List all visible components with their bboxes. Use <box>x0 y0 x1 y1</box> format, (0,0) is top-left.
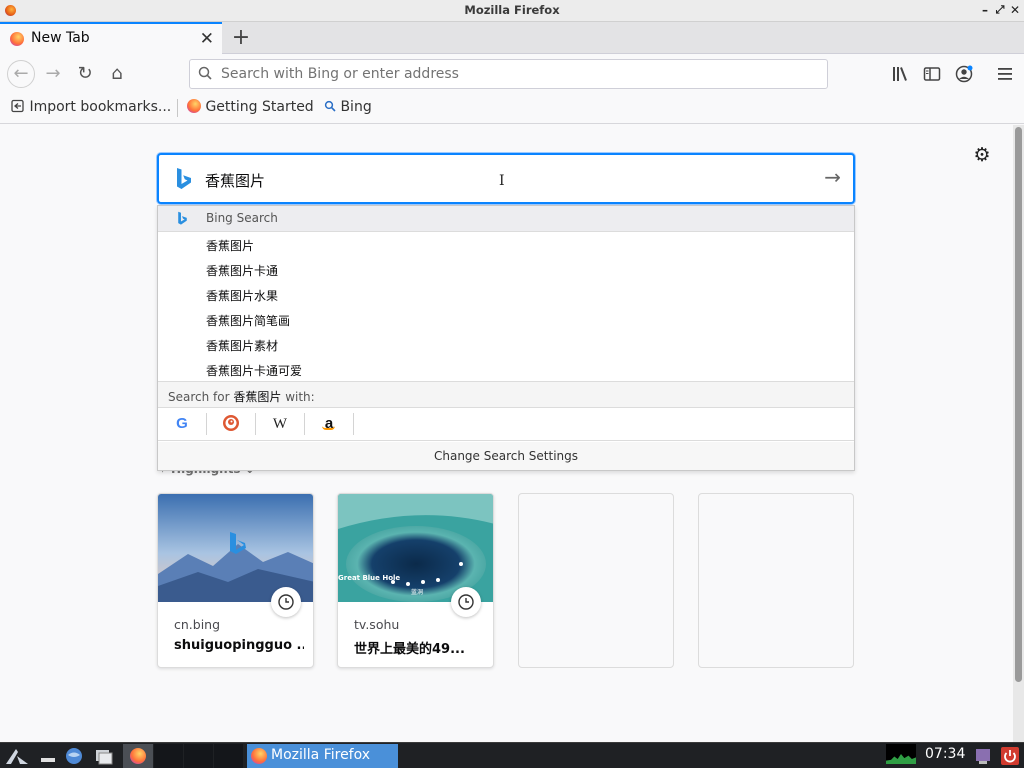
bookmark-label: Getting Started <box>205 99 314 115</box>
clock-icon <box>451 587 481 617</box>
tab-new-tab[interactable]: New Tab ✕ <box>0 22 222 54</box>
search-for-prefix: Search for <box>168 390 234 404</box>
page-scrollbar[interactable] <box>1013 125 1024 742</box>
suggestion-item[interactable]: 香蕉图片 <box>206 237 254 254</box>
amazon-icon[interactable]: a <box>319 414 339 434</box>
taskbar-clock[interactable]: 07:34 <box>925 746 965 762</box>
start-menu-icon[interactable] <box>4 746 30 766</box>
search-query-text: 香蕉图片 <box>205 172 266 190</box>
address-bar-placeholder: Search with Bing or enter address <box>221 66 459 82</box>
card-thumb-caption-2: 蓝洞 <box>411 589 424 596</box>
highlight-card-bing[interactable]: cn.bing shuiguopingguo ... <box>157 493 314 668</box>
card-title: shuiguopingguo ... <box>174 638 304 653</box>
workspace-2[interactable] <box>184 744 213 768</box>
search-icon <box>198 66 212 80</box>
suggestions-header: Bing Search <box>158 206 854 232</box>
engine-header-label: Bing Search <box>206 211 278 225</box>
address-bar[interactable]: Search with Bing or enter address <box>189 59 828 89</box>
engine-separator <box>304 413 305 435</box>
gear-icon[interactable]: ⚙ <box>972 145 992 165</box>
task-label: Mozilla Firefox <box>271 747 371 763</box>
highlight-placeholder <box>698 493 854 668</box>
taskbar-task-firefox[interactable]: Mozilla Firefox <box>247 744 398 768</box>
firefox-icon <box>130 748 146 764</box>
firefox-icon <box>187 99 201 113</box>
bookmark-label: Import bookmarks... <box>29 99 172 115</box>
duckduckgo-icon[interactable] <box>221 414 241 434</box>
power-icon[interactable] <box>1000 746 1020 766</box>
navigation-toolbar: ← → ↻ ⌂ Search with Bing or enter addres… <box>0 55 1024 93</box>
firefox-launcher[interactable] <box>123 744 153 768</box>
menu-icon[interactable] <box>995 64 1015 84</box>
window-titlebar: Mozilla Firefox – ⤢ ✕ <box>0 0 1024 22</box>
google-icon[interactable]: G <box>172 414 192 434</box>
library-icon[interactable] <box>890 64 910 84</box>
engine-separator <box>353 413 354 435</box>
web-search-input[interactable]: 香蕉图片 I → <box>157 153 855 204</box>
firefox-icon <box>10 32 24 46</box>
card-title: 世界上最美的49... <box>354 642 465 657</box>
bookmark-getting-started[interactable]: Getting Started <box>187 99 314 115</box>
window-title: Mozilla Firefox <box>464 3 560 17</box>
card-thumb-caption: Great Blue Hole <box>338 574 401 582</box>
suggestion-item[interactable]: 香蕉图片素材 <box>206 337 278 354</box>
bing-logo-icon <box>178 211 187 225</box>
search-icon <box>324 100 336 112</box>
bing-logo-icon <box>177 168 191 189</box>
tab-label: New Tab <box>31 30 90 46</box>
cpu-monitor-graph <box>886 744 916 764</box>
browser-launcher-icon[interactable] <box>64 746 84 766</box>
firefox-icon <box>251 748 267 764</box>
search-submit-arrow-icon[interactable]: → <box>824 165 841 189</box>
highlight-placeholder <box>518 493 674 668</box>
card-host: cn.bing <box>174 617 221 632</box>
back-button[interactable]: ← <box>7 60 35 88</box>
new-tab-button[interactable]: + <box>229 25 253 50</box>
bookmarks-toolbar: Import bookmarks... Getting Started Bing <box>0 93 1024 124</box>
engine-separator <box>255 413 256 435</box>
workspace-3[interactable] <box>214 744 243 768</box>
maximize-button[interactable]: ⤢ <box>993 3 1007 17</box>
import-icon <box>11 99 24 113</box>
card-host: tv.sohu <box>354 617 400 632</box>
scrollbar-thumb[interactable] <box>1015 127 1022 682</box>
file-manager-icon[interactable] <box>94 746 114 766</box>
card-thumbnail <box>338 494 493 602</box>
suggestion-item[interactable]: 香蕉图片水果 <box>206 287 278 304</box>
home-button[interactable]: ⌂ <box>104 61 130 87</box>
engine-separator <box>206 413 207 435</box>
forward-button[interactable]: → <box>40 61 66 87</box>
bookmark-bing[interactable]: Bing <box>324 99 372 115</box>
reload-button[interactable]: ↻ <box>72 61 98 87</box>
suggestion-item[interactable]: 香蕉图片简笔画 <box>206 312 290 329</box>
show-desktop-icon[interactable] <box>38 746 58 766</box>
bookmark-label: Bing <box>340 99 372 115</box>
text-cursor-icon: I <box>499 173 505 189</box>
bookmark-import[interactable]: Import bookmarks... <box>11 99 171 115</box>
network-tray-icon[interactable] <box>974 746 992 766</box>
sidebar-icon[interactable] <box>922 64 942 84</box>
tab-strip: New Tab ✕ + <box>0 22 1024 54</box>
suggestion-item[interactable]: 香蕉图片卡通可爱 <box>206 362 302 379</box>
card-thumbnail <box>158 494 313 602</box>
search-for-row: Search for 香蕉图片 with: <box>158 381 854 408</box>
close-window-button[interactable]: ✕ <box>1008 3 1022 17</box>
os-taskbar: Mozilla Firefox 07:34 <box>0 742 1024 768</box>
wikipedia-icon[interactable]: W <box>270 414 290 434</box>
search-for-query: 香蕉图片 <box>233 390 282 404</box>
highlight-card-sohu[interactable]: Great Blue Hole 蓝洞 tv.sohu 世界上最美的49... <box>337 493 494 668</box>
clock-icon <box>271 587 301 617</box>
account-icon[interactable] <box>954 64 974 84</box>
bookmark-separator <box>177 99 178 117</box>
close-tab-icon[interactable]: ✕ <box>200 29 214 49</box>
search-for-suffix: with: <box>281 390 315 404</box>
workspace-1[interactable] <box>154 744 183 768</box>
change-search-settings-button[interactable]: Change Search Settings <box>158 442 854 470</box>
suggestion-item[interactable]: 香蕉图片卡通 <box>206 262 278 279</box>
search-suggestions-popup: Bing Search 香蕉图片 香蕉图片卡通 香蕉图片水果 香蕉图片简笔画 香… <box>157 205 855 471</box>
minimize-button[interactable]: – <box>978 3 992 17</box>
one-off-engines: G W a <box>158 408 854 441</box>
